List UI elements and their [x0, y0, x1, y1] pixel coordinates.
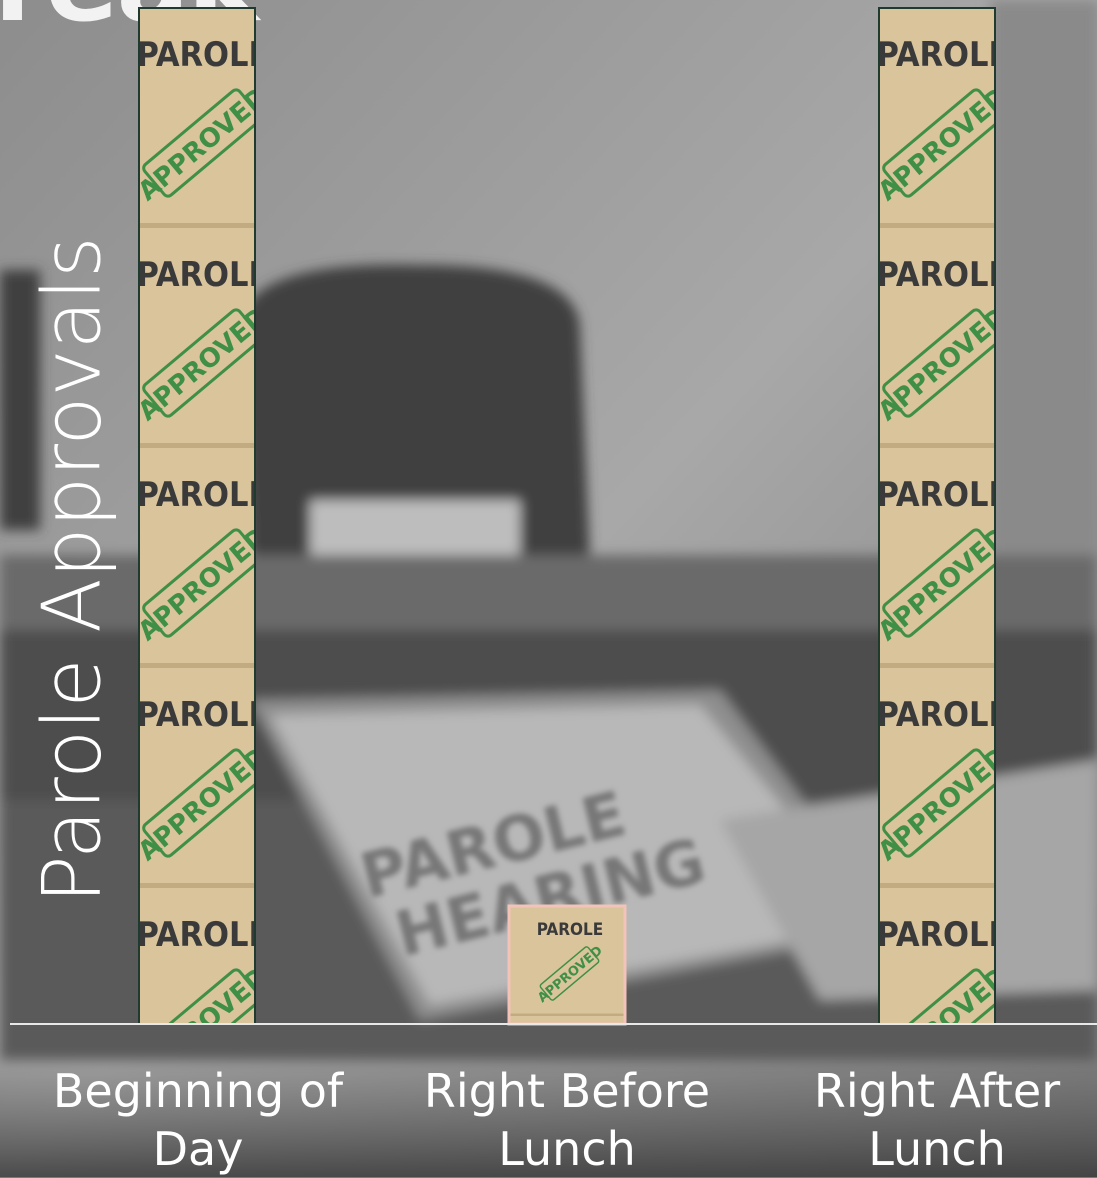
bar-3-tiles: PAROLEAPPROVEDPAROLEAPPROVEDPAROLEAPPROV… — [877, 8, 1010, 1024]
x-tick-label-right-before-lunch: Right Before Lunch — [402, 1062, 732, 1178]
bar-1-tiles: PAROLEAPPROVEDPAROLEAPPROVEDPAROLEAPPROV… — [137, 8, 270, 1024]
folder-tile-edge — [879, 443, 995, 448]
folder-tile-edge — [139, 883, 255, 888]
parole-tile-text: PAROLE — [137, 475, 270, 515]
folder-tile-edge — [879, 223, 995, 228]
x-tick-line: Lunch — [868, 1122, 1006, 1176]
x-tick-label-right-after-lunch: Right After Lunch — [772, 1062, 1097, 1178]
parole-tile-text: PAROLE — [137, 35, 270, 75]
parole-tile-text: PAROLE — [537, 920, 603, 940]
parole-tile-text: PAROLE — [137, 255, 270, 295]
parole-tile-text: PAROLE — [137, 915, 270, 955]
folder-tile-edge — [879, 883, 995, 888]
bar-chart: PAROLEAPPROVEDPAROLEAPPROVEDPAROLEAPPROV… — [10, 7, 1097, 1050]
folder-tile-edge — [139, 443, 255, 448]
parole-tile-text: PAROLE — [537, 1030, 603, 1050]
x-tick-line: Right After — [813, 1064, 1061, 1118]
parole-tile-text: PAROLE — [877, 35, 1010, 75]
x-tick-line: Beginning of — [52, 1064, 344, 1118]
x-tick-line: Day — [152, 1122, 244, 1176]
parole-tile-text: PAROLE — [877, 475, 1010, 515]
folder-tile-edge — [139, 223, 255, 228]
parole-tile-text: PAROLE — [877, 255, 1010, 295]
folder-tile-edge — [879, 663, 995, 668]
x-tick-label-beginning-of-day: Beginning of Day — [33, 1062, 363, 1178]
x-tick-line: Lunch — [498, 1122, 636, 1176]
parole-tile-text: PAROLE — [877, 915, 1010, 955]
parole-tile-text: PAROLE — [137, 695, 270, 735]
folder-tile-edge — [139, 663, 255, 668]
folder-tile-edge — [509, 1013, 625, 1016]
parole-tile-text: PAROLE — [877, 695, 1010, 735]
x-tick-line: Right Before — [423, 1064, 711, 1118]
